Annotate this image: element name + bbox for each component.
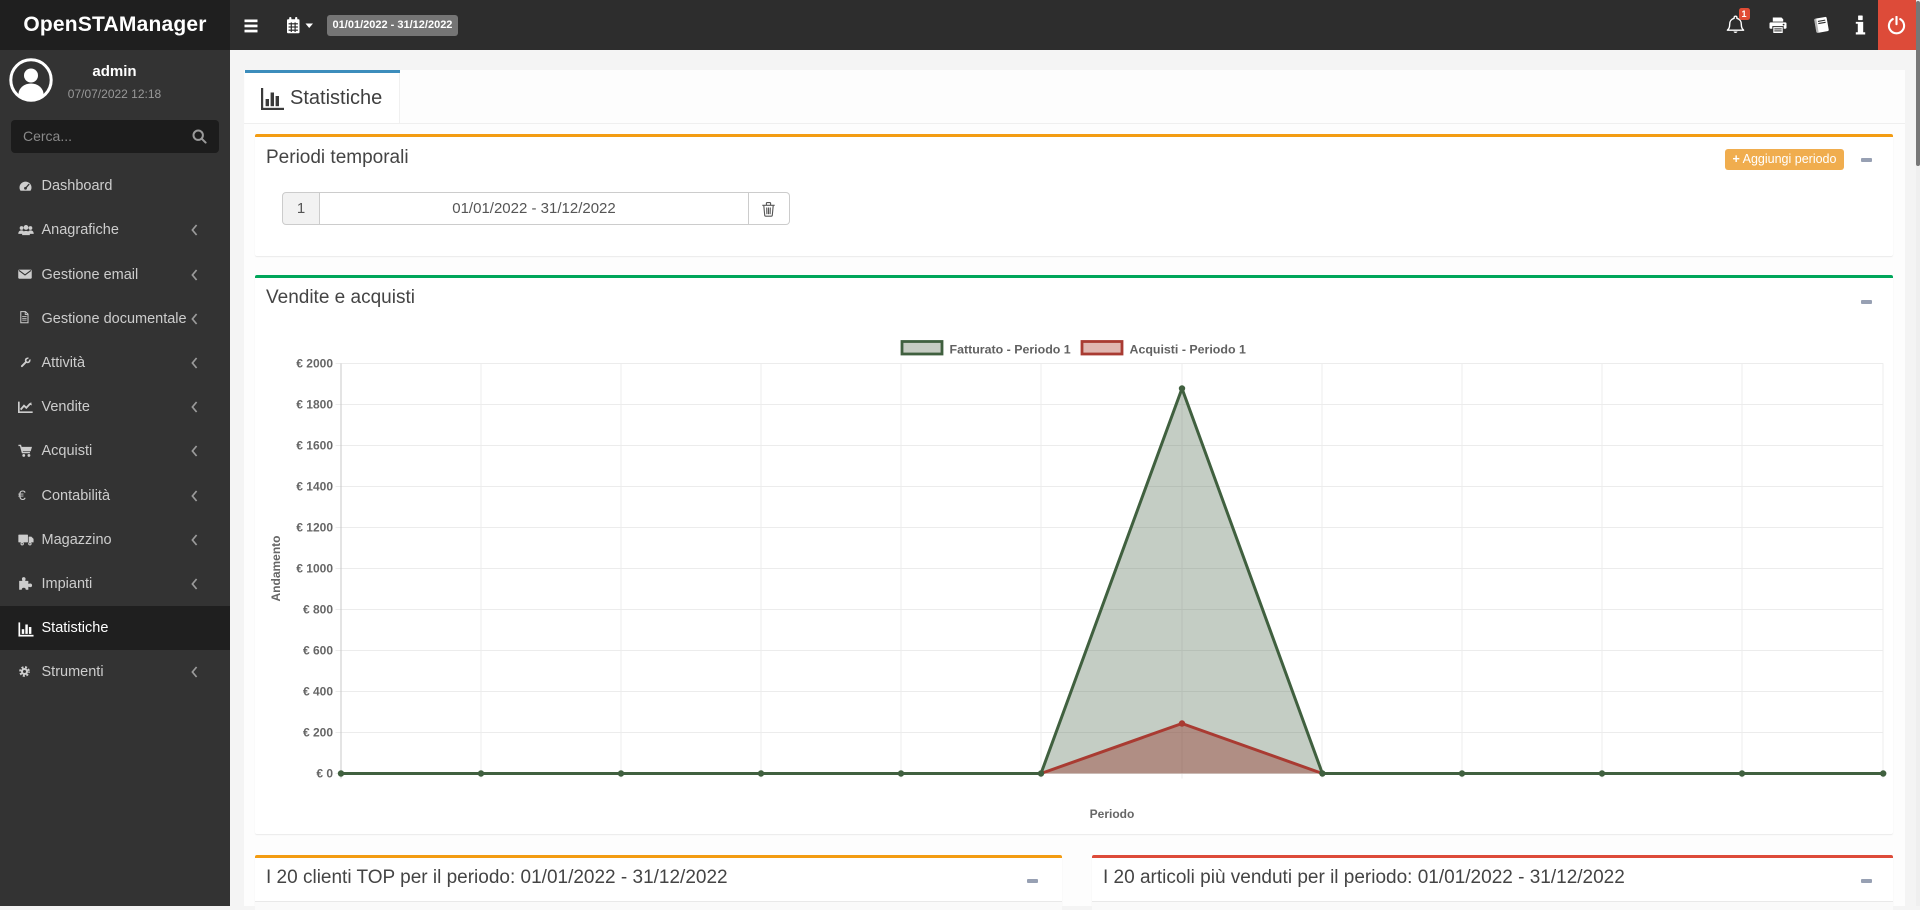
svg-text:Acquisti - Periodo 1: Acquisti - Periodo 1 — [1130, 342, 1246, 356]
svg-text:€ 1200: € 1200 — [296, 520, 333, 534]
svg-text:€ 2000: € 2000 — [296, 356, 333, 370]
svg-text:€ 200: € 200 — [303, 725, 333, 739]
svg-text:€ 1000: € 1000 — [296, 561, 333, 575]
svg-text:€ 1800: € 1800 — [296, 397, 333, 411]
svg-text:Andamento: Andamento — [269, 535, 283, 601]
svg-text:€ 400: € 400 — [303, 684, 333, 698]
svg-text:€ 0: € 0 — [316, 766, 333, 780]
svg-text:Fatturato - Periodo 1: Fatturato - Periodo 1 — [950, 342, 1071, 356]
svg-text:€ 1400: € 1400 — [296, 479, 333, 493]
svg-text:€ 1600: € 1600 — [296, 438, 333, 452]
svg-text:Periodo: Periodo — [1090, 807, 1135, 821]
svg-text:€ 600: € 600 — [303, 643, 333, 657]
svg-text:€ 800: € 800 — [303, 602, 333, 616]
